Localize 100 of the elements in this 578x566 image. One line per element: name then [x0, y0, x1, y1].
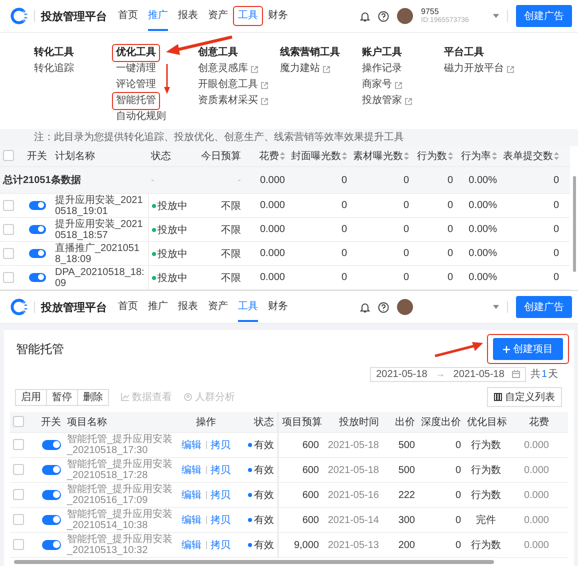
- menu-item[interactable]: 自动化规则: [113, 109, 169, 125]
- table-cell: 0: [288, 266, 350, 290]
- menu-item[interactable]: 评论管理: [113, 77, 159, 93]
- app-title: 投放管理平台: [41, 10, 108, 24]
- checkbox[interactable]: [13, 514, 24, 526]
- nav-tab[interactable]: 首页: [118, 292, 138, 322]
- table-cell: 行为数: [464, 432, 508, 458]
- table-cell: 0: [412, 166, 456, 194]
- menu-item[interactable]: 操作记录: [359, 61, 405, 77]
- action-button[interactable]: 启用: [15, 388, 47, 406]
- menu-item[interactable]: 开眼创意工具: [195, 77, 271, 93]
- menu-item[interactable]: 智能托管: [113, 93, 159, 109]
- sort-icon[interactable]: [448, 152, 453, 160]
- checkbox[interactable]: [13, 416, 24, 428]
- action-button[interactable]: 删除: [77, 388, 109, 406]
- sort-icon[interactable]: [554, 152, 559, 160]
- help-icon[interactable]: [378, 10, 389, 22]
- toggle-switch[interactable]: [42, 440, 61, 450]
- action-link[interactable]: 编辑: [182, 540, 202, 551]
- external-link-icon: [251, 66, 258, 72]
- caret-icon[interactable]: [493, 305, 499, 309]
- column-header: 行为率: [461, 151, 491, 162]
- menu-item[interactable]: 磁力开放平台: [441, 61, 517, 77]
- action-link[interactable]: 拷贝: [210, 440, 230, 451]
- toggle-switch[interactable]: [42, 514, 61, 525]
- scrollbar[interactable]: [14, 560, 494, 564]
- menu-item[interactable]: 魔力建站: [277, 61, 333, 77]
- checkbox[interactable]: [13, 539, 24, 550]
- action-link[interactable]: 编辑: [182, 515, 202, 526]
- sort-icon[interactable]: [404, 152, 409, 160]
- caret-icon[interactable]: [493, 14, 499, 18]
- toggle-switch[interactable]: [42, 464, 61, 475]
- bell-icon[interactable]: [360, 302, 370, 312]
- avatar[interactable]: [397, 299, 413, 315]
- toggle-switch[interactable]: [28, 272, 46, 282]
- page-title: 智能托管: [16, 340, 64, 358]
- action-link[interactable]: 拷贝: [210, 490, 230, 501]
- toggle-switch[interactable]: [28, 248, 46, 258]
- menu-item[interactable]: 商家号: [359, 77, 405, 93]
- help-icon[interactable]: [378, 302, 389, 312]
- nav-tab[interactable]: 工具: [238, 292, 258, 322]
- checkbox[interactable]: [3, 272, 14, 283]
- table-cell: 0.000: [508, 458, 552, 482]
- nav-tab[interactable]: 工具: [234, 7, 262, 25]
- table-cell: 0.00%: [456, 266, 500, 290]
- table-cell: 0: [350, 194, 412, 218]
- action-button[interactable]: 暂停: [46, 388, 78, 406]
- avatar[interactable]: [397, 8, 413, 24]
- toggle-switch[interactable]: [42, 540, 61, 550]
- menu-item[interactable]: 投放管家: [359, 93, 415, 109]
- menu-item[interactable]: 转化追踪: [31, 61, 77, 77]
- checkbox[interactable]: [3, 150, 14, 162]
- action-link[interactable]: 拷贝: [210, 515, 230, 526]
- date-range-field[interactable]: 2021-05-18 → 2021-05-18: [370, 366, 526, 382]
- toggle-switch[interactable]: [28, 224, 46, 234]
- custom-columns-button[interactable]: 自定义列表: [487, 387, 562, 407]
- create-project-button[interactable]: 创建项目: [493, 338, 563, 360]
- nav-tab[interactable]: 资产: [208, 292, 228, 322]
- table-cell: 0: [500, 166, 562, 194]
- table-cell: 0: [500, 242, 562, 266]
- table-cell: 0: [418, 482, 464, 508]
- nav-tab[interactable]: 首页: [118, 1, 138, 31]
- action-link[interactable]: 编辑: [182, 490, 202, 501]
- nav-tab[interactable]: 资产: [208, 1, 228, 31]
- action-link[interactable]: 编辑: [182, 465, 202, 476]
- menu-item[interactable]: 一键清理: [113, 61, 159, 77]
- create-ad-button[interactable]: 创建广告: [516, 296, 572, 318]
- nav-tab[interactable]: 报表: [178, 1, 198, 31]
- create-ad-button[interactable]: 创建广告: [516, 5, 572, 27]
- nav-tab[interactable]: 推广: [148, 1, 168, 31]
- nav-tab[interactable]: 财务: [268, 1, 288, 31]
- table-cell: 0: [288, 194, 350, 218]
- checkbox[interactable]: [13, 489, 24, 500]
- nav-tab[interactable]: 财务: [268, 292, 288, 322]
- checkbox[interactable]: [13, 439, 24, 450]
- table-cell: 2021-05-14: [322, 508, 382, 532]
- checkbox[interactable]: [3, 200, 14, 211]
- toggle-switch[interactable]: [28, 200, 46, 210]
- column-header: 项目预算: [282, 417, 322, 428]
- checkbox[interactable]: [13, 464, 24, 476]
- table-cell: 0.000: [508, 432, 552, 458]
- menu-item[interactable]: 创意灵感库: [195, 61, 261, 77]
- checkbox[interactable]: [3, 248, 14, 259]
- nav-tab[interactable]: 推广: [148, 292, 168, 322]
- table-cell: 222: [382, 482, 418, 508]
- table-cell: 提升应用安装_20210518_18:57: [52, 218, 148, 242]
- toggle-switch[interactable]: [42, 490, 61, 500]
- action-link[interactable]: 拷贝: [210, 540, 230, 551]
- nav-tab[interactable]: 报表: [178, 292, 198, 322]
- bell-icon[interactable]: [360, 10, 370, 22]
- sort-icon[interactable]: [492, 152, 497, 160]
- sort-icon[interactable]: [342, 152, 347, 160]
- external-link-icon: [261, 98, 268, 104]
- menu-item[interactable]: 资质素材采买: [195, 93, 271, 109]
- checkbox[interactable]: [3, 224, 14, 235]
- scrollbar[interactable]: [573, 176, 576, 272]
- action-link[interactable]: 编辑: [182, 440, 202, 451]
- action-link[interactable]: 拷贝: [210, 465, 230, 476]
- sort-icon[interactable]: [280, 152, 285, 160]
- people-icon: [184, 393, 192, 401]
